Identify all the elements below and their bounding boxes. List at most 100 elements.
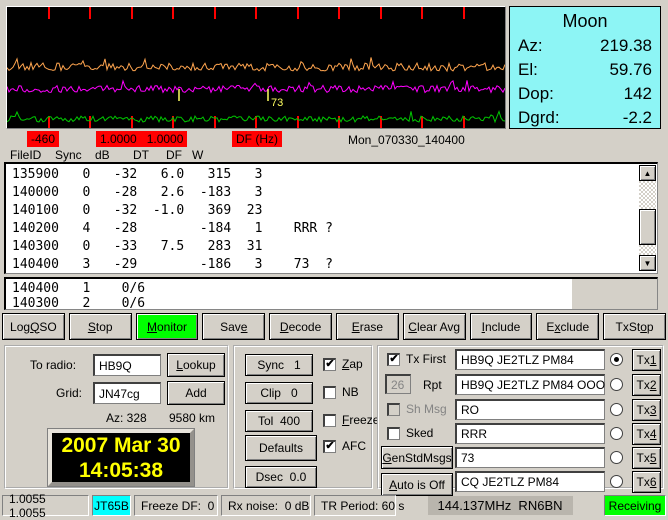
tx2-button[interactable]: Tx2 [632, 374, 661, 396]
freq-scale-center-label: 1.0000 1.0000 [96, 131, 187, 147]
clock-time: 14:05:38 [79, 458, 163, 483]
nb-checkbox[interactable] [323, 386, 336, 399]
wsjt-main-window: 73 Moon Az: 219.38 El: 59.76 Dop: 142 Dg… [0, 0, 668, 520]
clock-date: 2007 Mar 30 [61, 433, 180, 458]
clip-control[interactable]: Clip 0 [245, 382, 313, 404]
tol-control[interactable]: Tol 400 [245, 410, 313, 432]
scroll-up-button[interactable]: ▲ [639, 165, 656, 181]
tx6-radio[interactable] [610, 475, 623, 488]
to-radio-input[interactable]: HB9Q [93, 354, 161, 376]
tx4-radio[interactable] [610, 427, 623, 440]
mode-value: JT65B [94, 499, 129, 513]
rpt-value-box: 26 [385, 374, 411, 394]
exclude-button[interactable]: Exclude [536, 313, 599, 340]
decode-button[interactable]: Decode [269, 313, 332, 340]
add-button[interactable]: Add [167, 381, 225, 405]
save-button[interactable]: Save [202, 313, 265, 340]
params-group: Sync 1 Clip 0 Tol 400 Defaults Dsec 0.0 … [233, 345, 373, 489]
auto-is-off-button[interactable]: Auto is Off [381, 473, 453, 496]
average-text-area[interactable]: 140400 1 0/6 140300 2 0/6 [4, 277, 658, 310]
tx2-message-input[interactable]: HB9Q JE2TLZ PM84 OOO [455, 374, 605, 395]
tx1-button[interactable]: Tx1 [632, 349, 661, 371]
distance-value: 9580 km [169, 411, 215, 425]
col-header-df: DF [166, 148, 182, 162]
scroll-thumb[interactable] [639, 209, 656, 245]
zap-checkbox-row[interactable]: Zap [323, 357, 363, 371]
moon-title: Moon [518, 11, 652, 32]
tx4-button[interactable]: Tx4 [632, 423, 661, 445]
zap-label: Zap [342, 357, 363, 371]
sample-rate-value: 1.0055 1.0055 [9, 492, 82, 520]
clear-avg-button[interactable]: Clear Avg [403, 313, 466, 340]
freq-scale-left-label: -460 [27, 131, 59, 147]
moon-dop-value: 142 [624, 82, 652, 106]
svg-text:73: 73 [271, 97, 283, 109]
spectrum-traces: 73 [7, 7, 505, 128]
tx6-button[interactable]: Tx6 [632, 471, 661, 493]
status-rx-noise-panel: Rx noise: 0 dB [221, 495, 311, 516]
include-button[interactable]: Include [470, 313, 533, 340]
sked-checkbox-row[interactable]: Sked [387, 426, 433, 440]
spectrum-display[interactable]: 73 [6, 6, 506, 129]
freeze-df-value: Freeze DF: 0 [141, 499, 214, 513]
gen-std-msgs-button[interactable]: GenStdMsgs [381, 446, 453, 469]
sh-msg-checkbox [387, 403, 400, 416]
sked-checkbox[interactable] [387, 427, 400, 440]
moon-info-panel: Moon Az: 219.38 El: 59.76 Dop: 142 Dgrd:… [509, 6, 661, 129]
sked-label: Sked [406, 426, 433, 440]
nb-checkbox-row[interactable]: NB [323, 385, 359, 399]
log-qso-button[interactable]: Log QSO [2, 313, 65, 340]
afc-checkbox-row[interactable]: AFC [323, 439, 366, 453]
tr-period-value: TR Period: 60 s [321, 499, 404, 513]
moon-el-label: El: [518, 58, 538, 82]
tx3-button[interactable]: Tx3 [632, 399, 661, 421]
dsec-control[interactable]: Dsec 0.0 [245, 466, 317, 488]
scroll-down-button[interactable]: ▼ [639, 255, 656, 271]
lookup-button[interactable]: Lookup [167, 353, 225, 377]
txstop-button[interactable]: TxStop [603, 313, 666, 340]
tx5-message-input[interactable]: 73 [455, 447, 605, 468]
afc-label: AFC [342, 439, 366, 453]
rx-noise-value: Rx noise: 0 dB [228, 499, 309, 513]
main-button-row: Log QSO Stop Monitor Save Decode Erase C… [2, 313, 666, 340]
status-mode-panel[interactable]: JT65B [92, 495, 131, 516]
tx1-message-input[interactable]: HB9Q JE2TLZ PM84 [455, 349, 605, 370]
moon-az-value: 219.38 [600, 34, 652, 58]
freeze-checkbox[interactable] [323, 414, 336, 427]
grid-label: Grid: [56, 386, 82, 400]
col-header-dt: DT [133, 148, 149, 162]
moon-az-label: Az: [518, 34, 543, 58]
freeze-checkbox-row[interactable]: Freeze [323, 413, 379, 427]
tx2-radio[interactable] [610, 378, 623, 391]
freeze-label: Freeze [342, 413, 379, 427]
to-radio-label: To radio: [30, 358, 76, 372]
decode-lines: 135900 0 -32 6.0 315 3 140000 0 -28 2.6 … [6, 164, 657, 274]
defaults-button[interactable]: Defaults [245, 435, 317, 461]
tx3-radio[interactable] [610, 403, 623, 416]
sync-control[interactable]: Sync 1 [245, 354, 313, 376]
grid-input[interactable]: JN47cg [93, 382, 161, 404]
df-hz-label: DF (Hz) [232, 131, 282, 147]
col-header-sync: Sync [55, 148, 82, 162]
tx5-radio[interactable] [610, 451, 623, 464]
erase-button[interactable]: Erase [336, 313, 399, 340]
status-frequency-panel: 144.137MHz RN6BN [399, 495, 601, 516]
col-header-w: W [192, 148, 203, 162]
stop-button[interactable]: Stop [69, 313, 132, 340]
tx3-message-input[interactable]: RO [455, 399, 605, 420]
tx4-message-input[interactable]: RRR [455, 423, 605, 444]
sh-msg-label: Sh Msg [406, 402, 447, 416]
tx-first-checkbox-row[interactable]: Tx First [387, 352, 446, 366]
tx-first-label: Tx First [406, 352, 446, 366]
moon-az-row: Az: 219.38 [518, 34, 652, 58]
tx5-button[interactable]: Tx5 [632, 447, 661, 469]
col-header-fileid: FileID [10, 148, 41, 162]
afc-checkbox[interactable] [323, 440, 336, 453]
decode-text-area[interactable]: 135900 0 -32 6.0 315 3 140000 0 -28 2.6 … [4, 162, 658, 274]
tx1-radio[interactable] [610, 353, 623, 366]
tx-first-checkbox[interactable] [387, 353, 400, 366]
zap-checkbox[interactable] [323, 358, 336, 371]
tx6-message-input[interactable]: CQ JE2TLZ PM84 [455, 471, 605, 492]
monitor-button[interactable]: Monitor [136, 313, 199, 340]
decode-scrollbar[interactable]: ▲ ▼ [639, 165, 656, 271]
